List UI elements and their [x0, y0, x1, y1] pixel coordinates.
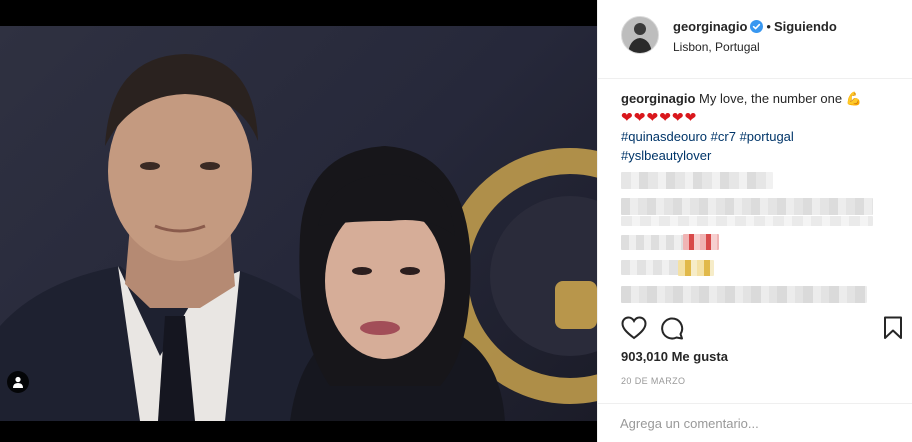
blurred-comment [621, 260, 681, 275]
hashtags-line-1: #quinasdeouro #cr7 #portugal [621, 127, 901, 146]
blurred-comment [621, 286, 867, 303]
like-button[interactable] [621, 316, 647, 345]
post-side-panel: georginagio • Siguiendo Lisbon, Portugal g… [597, 0, 912, 442]
header-text: georginagio • Siguiendo [673, 19, 837, 36]
heart-icon [621, 316, 647, 340]
save-button[interactable] [883, 316, 903, 345]
blurred-emoji [683, 234, 719, 250]
caption-line: georginagio My love, the number one 💪 [621, 89, 901, 108]
comment-form [598, 403, 912, 442]
hashtag-link[interactable]: #cr7 [711, 129, 736, 144]
person-tag-icon [13, 376, 23, 388]
verified-badge-icon [750, 20, 764, 36]
blurred-comment [621, 172, 773, 189]
photo-illustration [0, 54, 597, 421]
hashtag-link[interactable]: #quinasdeouro [621, 129, 707, 144]
blurred-comment [621, 216, 873, 226]
blurred-comment [621, 198, 873, 215]
separator-dot: • [766, 19, 771, 34]
blurred-emoji [678, 260, 714, 276]
action-bar [621, 316, 912, 342]
hashtag-link[interactable]: #portugal [740, 129, 794, 144]
tagged-people-button[interactable] [7, 371, 29, 393]
hearts-emoji-line: ❤❤❤❤❤❤ [621, 109, 698, 125]
post-date[interactable]: 20 DE MARZO [621, 376, 685, 386]
avatar[interactable] [621, 16, 659, 54]
flex-emoji: 💪 [845, 91, 862, 106]
caption-area: georginagio My love, the number one 💪 ❤❤… [621, 89, 901, 165]
username-link[interactable]: georginagio [673, 19, 747, 34]
likes-count[interactable]: 903,010 Me gusta [621, 349, 728, 364]
post-photo[interactable] [0, 26, 597, 421]
post-photo-pane [0, 0, 597, 442]
avatar-image [622, 17, 658, 53]
comment-button[interactable] [660, 316, 684, 345]
comment-icon [661, 317, 684, 340]
caption-username[interactable]: georginagio [621, 91, 695, 106]
following-button[interactable]: Siguiendo [774, 19, 837, 34]
comment-input[interactable] [620, 412, 890, 434]
caption-text: My love, the number one [699, 91, 843, 106]
location-link[interactable]: Lisbon, Portugal [673, 40, 760, 54]
bookmark-icon [884, 316, 902, 339]
post-header: georginagio • Siguiendo Lisbon, Portugal [598, 0, 912, 79]
hashtags-line-2: #yslbeautylover [621, 146, 901, 165]
blurred-comment [621, 235, 686, 250]
hashtag-link[interactable]: #yslbeautylover [621, 148, 711, 163]
